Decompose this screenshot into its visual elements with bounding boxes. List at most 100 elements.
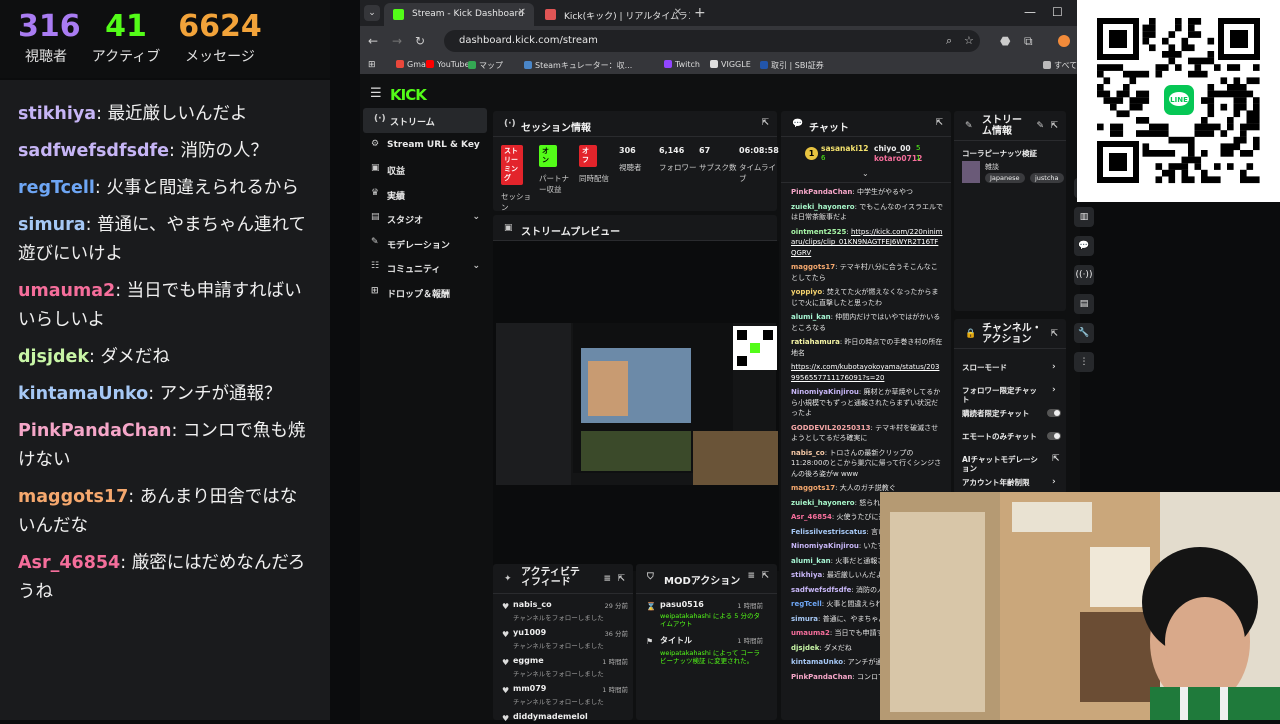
chat-username[interactable]: maggots17 [791, 484, 835, 492]
bookmark-item[interactable]: マップ [468, 60, 503, 71]
edit-icon[interactable]: ✎ [1036, 121, 1044, 132]
close-tab-icon[interactable]: ✕ [518, 7, 526, 18]
sidebar-item-label: Stream URL & Key [387, 139, 480, 150]
channel-action-row[interactable]: アカウント年齢制限 › [962, 477, 1062, 487]
chat-username[interactable]: kintamaUnko [791, 658, 843, 666]
stream-preview-video[interactable] [493, 241, 779, 571]
minimize-icon[interactable]: — [1024, 5, 1036, 19]
toggle-switch[interactable] [1047, 432, 1061, 440]
close-tab-icon[interactable]: ✕ [674, 7, 682, 18]
profile-avatar[interactable] [1058, 35, 1070, 47]
chat-username[interactable]: zuieki_hayonero [791, 203, 855, 211]
category-name: 雑談 [985, 163, 999, 171]
puzzle-icon[interactable]: ⧉ [1024, 34, 1033, 49]
tab-search-button[interactable]: ⌄ [364, 5, 380, 21]
chevron-right-icon[interactable]: › [1052, 477, 1056, 487]
chat-username[interactable]: PinkPandaChan [791, 673, 852, 681]
sidebar-item[interactable]: ⊞ ドロップ＆報酬 [360, 280, 490, 305]
chat-username[interactable]: zuieki_hayonero [791, 499, 855, 507]
popout-icon[interactable]: ⇱ [1050, 121, 1058, 132]
tab-kick-dashboard[interactable]: Stream - Kick Dashboard ✕ [384, 3, 534, 26]
chat-username[interactable]: Asr_46854 [791, 513, 832, 521]
chat-username[interactable]: ointment2525 [791, 228, 846, 236]
popout-icon[interactable]: ⇱ [761, 571, 769, 581]
bookmark-item[interactable]: VIGGLE [710, 60, 751, 69]
popout-icon[interactable]: ⇱ [935, 118, 943, 128]
channel-action-row[interactable]: フォロワー限定チャット › [962, 385, 1062, 404]
popout-icon[interactable]: ⇱ [761, 118, 769, 128]
chat-username[interactable]: yoppiyo [791, 288, 822, 296]
kick-logo[interactable]: KICK [390, 86, 427, 104]
quick-action-button[interactable]: 🔧 [1074, 323, 1094, 343]
bookmark-star-icon[interactable]: ☆ [964, 34, 974, 47]
tab-ranking[interactable]: Kick(キック) | リアルタイムランキング ✕ [536, 3, 690, 26]
zoom-icon[interactable]: ⌕ [946, 34, 952, 48]
chat-link[interactable]: https://x.com/kubotayokoyama/status/2039… [791, 363, 939, 382]
quick-action-button[interactable]: ▤ [1074, 294, 1094, 314]
chat-username[interactable]: alumi_kan [791, 557, 831, 565]
chevron-down-icon[interactable]: ⌄ [472, 212, 480, 222]
maximize-icon[interactable]: ☐ [1052, 5, 1063, 19]
bookmark-item[interactable]: Twitch [664, 60, 700, 69]
popout-icon[interactable]: ⇱ [1050, 329, 1058, 340]
chat-username[interactable]: maggots17 [791, 263, 835, 271]
overlay-chat-message: PinkPandaChan: コンロで魚も焼けない [18, 417, 312, 475]
mod-action-icon: ⌛ [646, 602, 656, 611]
channel-action-label: フォロワー限定チャット [962, 386, 1037, 404]
sidebar-item[interactable]: ♛ 実績 [360, 182, 490, 207]
new-tab-button[interactable]: + [694, 5, 706, 21]
channel-action-row[interactable]: スローモード › [962, 362, 1062, 372]
chat-username[interactable]: alumi_kan [791, 313, 831, 321]
reload-icon[interactable]: ↻ [415, 34, 425, 48]
chat-username[interactable]: sadfwefsdfsdfe [791, 586, 851, 594]
chat-username[interactable]: NinomiyaKinjirou [791, 388, 859, 396]
bookmark-item[interactable]: 取引 | SBI証券 [760, 60, 824, 71]
url-bar[interactable]: dashboard.kick.com/stream ⌕ ☆ [444, 30, 980, 52]
chat-username[interactable]: GODDEVIL20250313 [791, 424, 871, 432]
chat-username[interactable]: djsjdek [791, 644, 819, 652]
toggle-switch[interactable] [1047, 409, 1061, 417]
messages-label: メッセージ [185, 49, 255, 65]
sidebar-item[interactable]: ☷ コミュニティ ⌄ [360, 255, 490, 280]
expand-chevron-icon[interactable]: ⌄ [862, 169, 869, 178]
chat-username[interactable]: ratiahamura [791, 338, 840, 346]
chat-username[interactable]: Felissilvestriscatus [791, 528, 866, 536]
chat-username[interactable]: umauma2 [791, 629, 830, 637]
channel-action-row[interactable]: 購読者限定チャット [962, 409, 1062, 418]
sidebar-item[interactable]: ▤ スタジオ ⌄ [360, 206, 490, 231]
apps-grid-icon[interactable]: ⊞ [368, 60, 376, 70]
chat-username[interactable]: stikhiya [791, 571, 822, 579]
sidebar-item[interactable]: ✎ モデレーション [360, 231, 490, 256]
chat-username[interactable]: nabis_co [791, 449, 825, 457]
sidebar-item[interactable]: ⚙ Stream URL & Key [360, 133, 490, 158]
chat-icon: 💬 [792, 119, 804, 129]
sidebar-item[interactable]: (·) ストリーム [363, 108, 487, 133]
quick-action-button[interactable]: ▥ [1074, 207, 1094, 227]
extension-icon[interactable]: ⬣ [1000, 34, 1010, 48]
chevron-right-icon[interactable]: › [1052, 385, 1056, 395]
bookmark-item[interactable]: Steamキュレーター：収... [524, 60, 632, 71]
sidebar-item-label: 実績 [387, 191, 406, 202]
quick-action-button[interactable]: 💬 [1074, 236, 1094, 256]
chat-username[interactable]: PinkPandaChan [791, 188, 852, 196]
chat-username[interactable]: NinomiyaKinjirou [791, 542, 859, 550]
quick-action-button[interactable]: ((·)) [1074, 265, 1094, 285]
quick-action-button[interactable]: ⋮ [1074, 352, 1094, 372]
channel-action-row[interactable]: AIチャットモデレーション ⇱ [962, 454, 1062, 473]
filter-icon[interactable]: ≡ [747, 571, 755, 581]
channel-action-row[interactable]: エモートのみチャット [962, 432, 1062, 441]
filter-icon[interactable]: ≡ [603, 574, 611, 584]
chevron-down-icon[interactable]: ⌄ [472, 261, 480, 271]
chat-username[interactable]: regTcell [791, 600, 822, 608]
menu-icon[interactable]: ☰ [370, 86, 382, 101]
sidebar-item[interactable]: ▣ 収益 [360, 157, 490, 182]
chat-username[interactable]: simura [791, 615, 818, 623]
forward-icon[interactable]: → [392, 34, 402, 48]
chevron-right-icon[interactable]: › [1052, 362, 1056, 372]
preview-icon: ▣ [504, 223, 513, 233]
popout-icon[interactable]: ⇱ [617, 574, 625, 584]
back-icon[interactable]: ← [368, 34, 378, 48]
external-link-icon[interactable]: ⇱ [1052, 454, 1060, 464]
bookmark-item[interactable]: YouTube [426, 60, 470, 69]
mod-action-icon: ⚑ [646, 637, 654, 646]
